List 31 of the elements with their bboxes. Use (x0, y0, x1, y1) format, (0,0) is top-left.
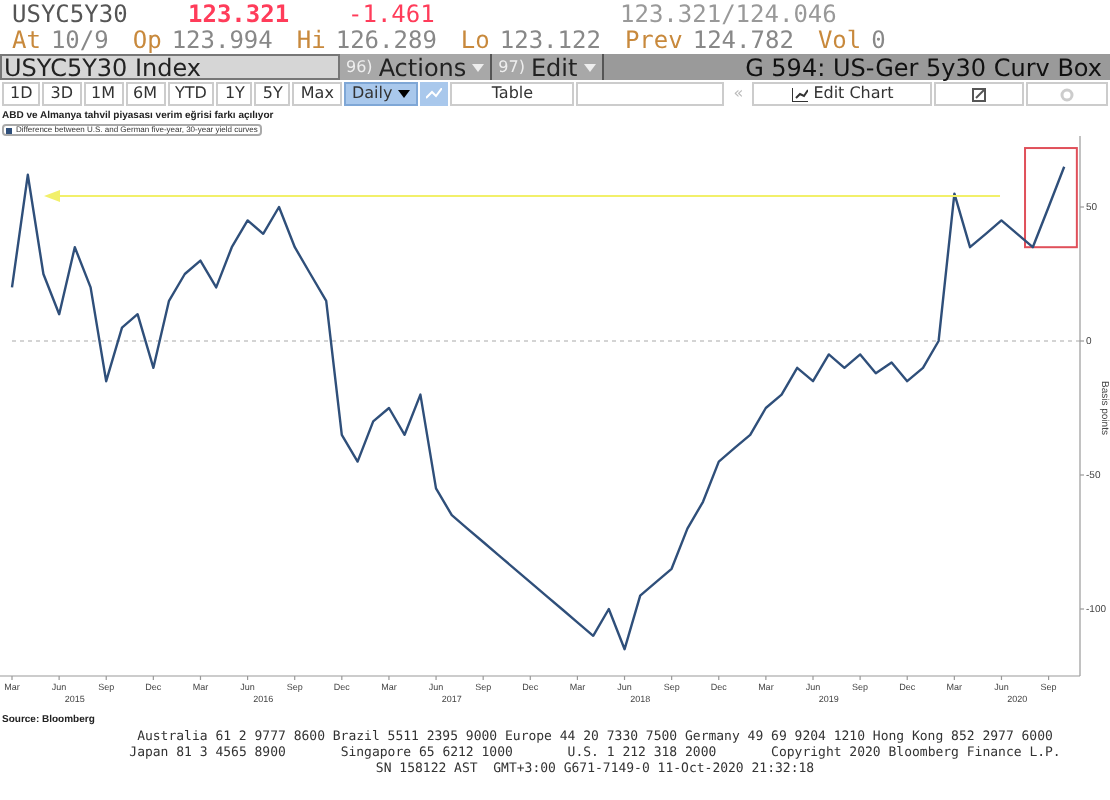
ticker: USYC5Y30 (12, 1, 130, 25)
menu-button[interactable]: 96) Actions (340, 54, 493, 80)
frequency-dropdown[interactable]: Daily (343, 82, 419, 106)
period-button[interactable]: 5Y (254, 82, 291, 106)
edit-chart-button[interactable]: Edit Chart (752, 82, 933, 106)
stat-value: 123.122 (499, 28, 601, 52)
period-button[interactable]: Max (292, 82, 342, 106)
stat-label: At (12, 28, 41, 52)
period-button[interactable]: 1M (83, 82, 123, 106)
security-field[interactable]: USYC5Y30 Index (0, 54, 340, 80)
window-title: G 594: US-Ger 5y30 Curv Box (745, 54, 1104, 80)
price-change: -1.461 (348, 1, 437, 25)
period-button[interactable]: 1D (2, 82, 41, 106)
stat-value: 0 (871, 28, 886, 52)
stat-value: 126.289 (335, 28, 437, 52)
menu-button[interactable]: 97) Edit (492, 54, 604, 80)
period-button[interactable]: 1Y (216, 82, 253, 106)
stat-value: 124.782 (692, 28, 794, 52)
bid-ask: 123.321/124.046 (620, 1, 837, 25)
stat-label: Hi (296, 28, 326, 52)
table-button[interactable]: Table (450, 82, 575, 106)
stat-label: Op (132, 28, 162, 52)
stat-value: 10/9 (50, 28, 109, 52)
stat-value: 123.994 (171, 28, 273, 52)
stat-label: Prev (624, 28, 683, 52)
last-price: 123.321 (188, 1, 292, 25)
period-button[interactable]: 3D (42, 82, 81, 106)
period-button[interactable]: 6M (125, 82, 165, 106)
stat-label: Vol (817, 28, 862, 52)
stat-label: Lo (460, 28, 490, 52)
period-button[interactable]: YTD (167, 82, 215, 106)
